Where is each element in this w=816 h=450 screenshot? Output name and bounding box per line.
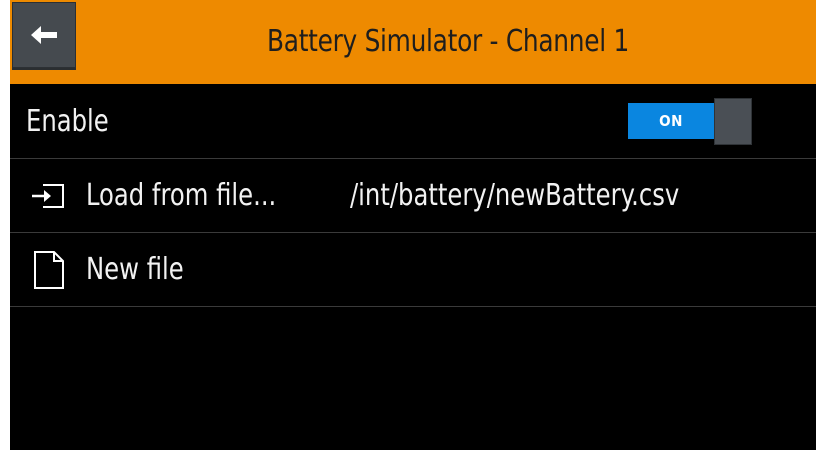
new-file-label: New file [86, 252, 184, 287]
title-bar: Battery Simulator - Channel 1 [10, 0, 816, 84]
arrow-left-icon [29, 24, 59, 46]
page-title: Battery Simulator - Channel 1 [267, 24, 629, 59]
new-document-icon [28, 249, 70, 291]
enable-toggle[interactable]: ON [628, 98, 752, 145]
new-file-row[interactable]: New file [10, 233, 816, 307]
load-from-file-row[interactable]: Load from file... /int/battery/newBatter… [10, 159, 816, 233]
enable-label: Enable [26, 104, 109, 139]
toggle-state-label: ON [628, 103, 714, 139]
loaded-file-path: /int/battery/newBattery.csv [350, 178, 680, 213]
enable-row: Enable ON [10, 85, 816, 159]
load-from-file-label: Load from file... [86, 178, 277, 213]
back-button[interactable] [12, 2, 76, 68]
import-file-icon [28, 175, 70, 217]
toggle-knob[interactable] [714, 98, 752, 145]
battery-simulator-screen: Battery Simulator - Channel 1 Enable ON … [10, 0, 816, 450]
